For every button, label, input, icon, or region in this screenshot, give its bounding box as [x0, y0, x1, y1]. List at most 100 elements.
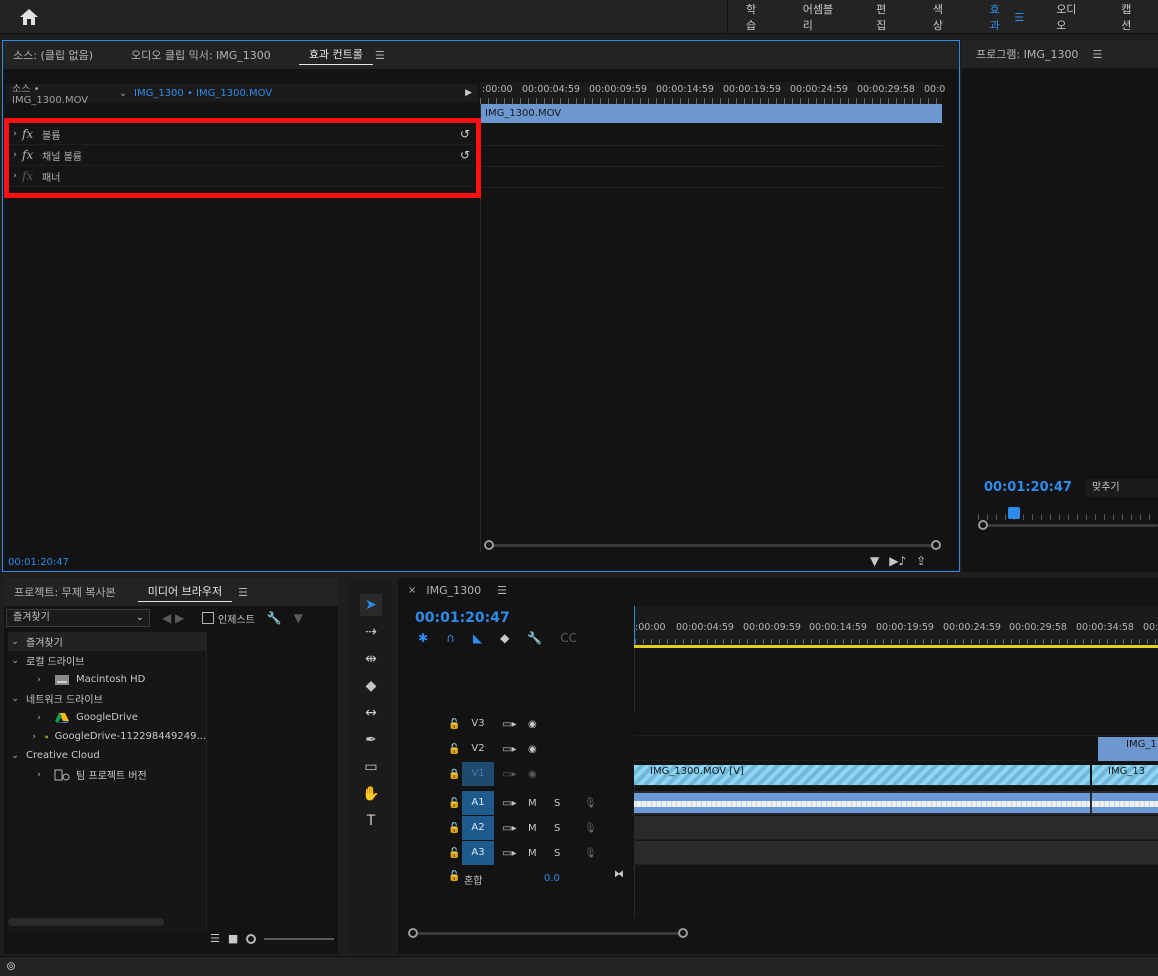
- workspace-tab-learn[interactable]: 학습: [726, 1, 783, 33]
- captions-icon[interactable]: CC: [560, 631, 577, 645]
- scroll-handle-left[interactable]: [484, 540, 494, 550]
- tab-source[interactable]: 소스: (클립 없음): [3, 47, 103, 63]
- track-name[interactable]: V1: [462, 762, 494, 786]
- lock-icon[interactable]: 🔓: [448, 719, 460, 730]
- close-icon[interactable]: ×: [408, 585, 416, 596]
- sync-lock-icon[interactable]: ▭▸: [502, 848, 516, 859]
- track-lane-a2[interactable]: [634, 816, 1158, 840]
- workspace-tab-assembly[interactable]: 어셈블리: [783, 1, 856, 33]
- tree-item[interactable]: › Macintosh HD: [8, 670, 206, 689]
- sync-lock-icon[interactable]: ▭▸: [502, 823, 516, 834]
- eye-icon[interactable]: ◉: [528, 769, 537, 780]
- effect-timeline-scrollbar[interactable]: [484, 540, 941, 550]
- sync-lock-icon[interactable]: ▭▸: [502, 719, 516, 730]
- play-triangle-icon[interactable]: ▶: [465, 88, 472, 98]
- chevron-right-icon[interactable]: ›: [32, 713, 46, 723]
- timeline-timecode[interactable]: 00:01:20:47: [415, 610, 510, 626]
- workspace-tab-captions[interactable]: 캡션: [1101, 1, 1158, 33]
- tab-media-browser[interactable]: 미디어 브라우저: [137, 583, 233, 602]
- mix-end-icon[interactable]: ⧓: [614, 869, 624, 880]
- chevron-down-icon[interactable]: ⌄: [8, 694, 22, 704]
- marker-icon[interactable]: ◆: [500, 631, 509, 645]
- timeline-scrollbar[interactable]: [408, 928, 688, 940]
- timeline-clip[interactable]: IMG_13: [1092, 765, 1158, 785]
- track-lane-a1[interactable]: [634, 791, 1158, 815]
- tree-horizontal-scrollbar[interactable]: [8, 918, 164, 926]
- scroll-handle-left[interactable]: [978, 520, 988, 530]
- mute-button[interactable]: M: [528, 798, 537, 809]
- panel-menu-icon[interactable]: ☰: [497, 584, 507, 597]
- program-timecode[interactable]: 00:01:20:47: [984, 480, 1072, 495]
- panel-menu-icon[interactable]: ☰: [375, 49, 385, 62]
- tree-item[interactable]: ⌄ 네트워크 드라이브: [8, 689, 206, 708]
- tree-item[interactable]: ⌄ 로컬 드라이브: [8, 651, 206, 670]
- type-tool-icon[interactable]: T: [360, 810, 382, 832]
- lock-icon[interactable]: 🔓: [448, 871, 460, 882]
- wrench-icon[interactable]: 🔧: [527, 631, 542, 645]
- tab-effect-controls[interactable]: 효과 컨트롤: [298, 46, 373, 65]
- microphone-icon[interactable]: 🎙: [584, 823, 597, 834]
- icon-view-icon[interactable]: ■: [228, 932, 238, 945]
- timeline-clip[interactable]: IMG_1300.MOV [V]: [634, 765, 1090, 785]
- creative-cloud-icon[interactable]: ⊚: [6, 959, 16, 973]
- selection-tool-icon[interactable]: ➤: [360, 594, 382, 616]
- tree-item[interactable]: › GoogleDrive: [8, 708, 206, 727]
- program-ruler[interactable]: [978, 502, 1158, 520]
- rectangle-tool-icon[interactable]: ▭: [360, 756, 382, 778]
- filter-icon[interactable]: ▼: [294, 611, 303, 625]
- export-icon[interactable]: ⇪: [916, 554, 926, 568]
- pen-tool-icon[interactable]: ✒: [360, 729, 382, 751]
- mix-value[interactable]: 0.0: [544, 873, 560, 884]
- filter-icon[interactable]: ▼: [870, 554, 879, 568]
- fit-select[interactable]: 맞추기: [1086, 479, 1158, 497]
- mute-button[interactable]: M: [528, 848, 537, 859]
- wrench-icon[interactable]: 🔧: [267, 611, 282, 625]
- audio-clip[interactable]: [1092, 793, 1158, 813]
- effect-time-ruler[interactable]: :00:00 00:00:04:59 00:00:09:59 00:00:14:…: [480, 82, 945, 104]
- sync-lock-icon[interactable]: ▭▸: [502, 744, 516, 755]
- track-lane-v3[interactable]: [634, 712, 1158, 736]
- nav-arrows-icon[interactable]: ◀ ▶: [162, 611, 196, 625]
- lock-icon[interactable]: 🔓: [448, 848, 460, 859]
- track-name[interactable]: A2: [462, 816, 494, 840]
- track-name[interactable]: V2: [462, 737, 494, 761]
- solo-button[interactable]: S: [554, 848, 560, 859]
- ripple-edit-tool-icon[interactable]: ⇹: [360, 648, 382, 670]
- solo-button[interactable]: S: [554, 798, 560, 809]
- track-select-tool-icon[interactable]: ⇢: [360, 621, 382, 643]
- eye-icon[interactable]: ◉: [528, 719, 537, 730]
- scroll-handle-right[interactable]: [678, 928, 688, 938]
- list-view-icon[interactable]: ☰: [210, 932, 220, 945]
- microphone-icon[interactable]: 🎙: [584, 798, 597, 809]
- tree-item[interactable]: › 팀 프로젝트 버전: [8, 765, 206, 784]
- slip-tool-icon[interactable]: ↔: [360, 702, 382, 724]
- tree-item[interactable]: › GoogleDrive-112298449249...: [8, 727, 206, 746]
- chevron-right-icon[interactable]: ›: [32, 732, 36, 742]
- tree-item[interactable]: ⌄ 즐겨찾기: [8, 632, 206, 651]
- tree-item[interactable]: ⌄ Creative Cloud: [8, 746, 206, 765]
- work-area-bar[interactable]: [634, 645, 1158, 648]
- timeline-clip[interactable]: IMG_1: [1098, 737, 1158, 761]
- chevron-down-icon[interactable]: ⌄: [8, 637, 22, 647]
- program-playhead[interactable]: [1008, 507, 1020, 519]
- panel-menu-icon[interactable]: ☰: [238, 586, 248, 599]
- zoom-slider-handle[interactable]: [246, 933, 257, 944]
- tab-audio-clip-mixer[interactable]: 오디오 클립 믹서: IMG_1300: [121, 47, 281, 63]
- home-icon[interactable]: [18, 7, 40, 27]
- track-name[interactable]: V3: [462, 712, 494, 736]
- workspace-tab-audio[interactable]: 오디오: [1036, 1, 1101, 33]
- favorites-select[interactable]: 즐겨찾기 ⌄: [6, 609, 150, 627]
- panel-menu-icon[interactable]: ☰: [1092, 48, 1102, 61]
- sync-lock-icon[interactable]: ▭▸: [502, 769, 516, 780]
- program-title[interactable]: 프로그램: IMG_1300: [966, 46, 1088, 62]
- lock-icon[interactable]: 🔓: [448, 798, 460, 809]
- lock-icon[interactable]: 🔒: [448, 769, 460, 780]
- lock-icon[interactable]: 🔓: [448, 823, 460, 834]
- workspace-tab-edit[interactable]: 편집: [856, 1, 913, 33]
- razor-tool-icon[interactable]: ◆: [360, 675, 382, 697]
- tab-project[interactable]: 프로젝트: 무제 복사본: [4, 584, 126, 600]
- scroll-handle-left[interactable]: [408, 928, 418, 938]
- solo-button[interactable]: S: [554, 823, 560, 834]
- sequence-clip-label[interactable]: IMG_1300 • IMG_1300.MOV: [130, 88, 272, 99]
- hand-tool-icon[interactable]: ✋: [360, 783, 382, 805]
